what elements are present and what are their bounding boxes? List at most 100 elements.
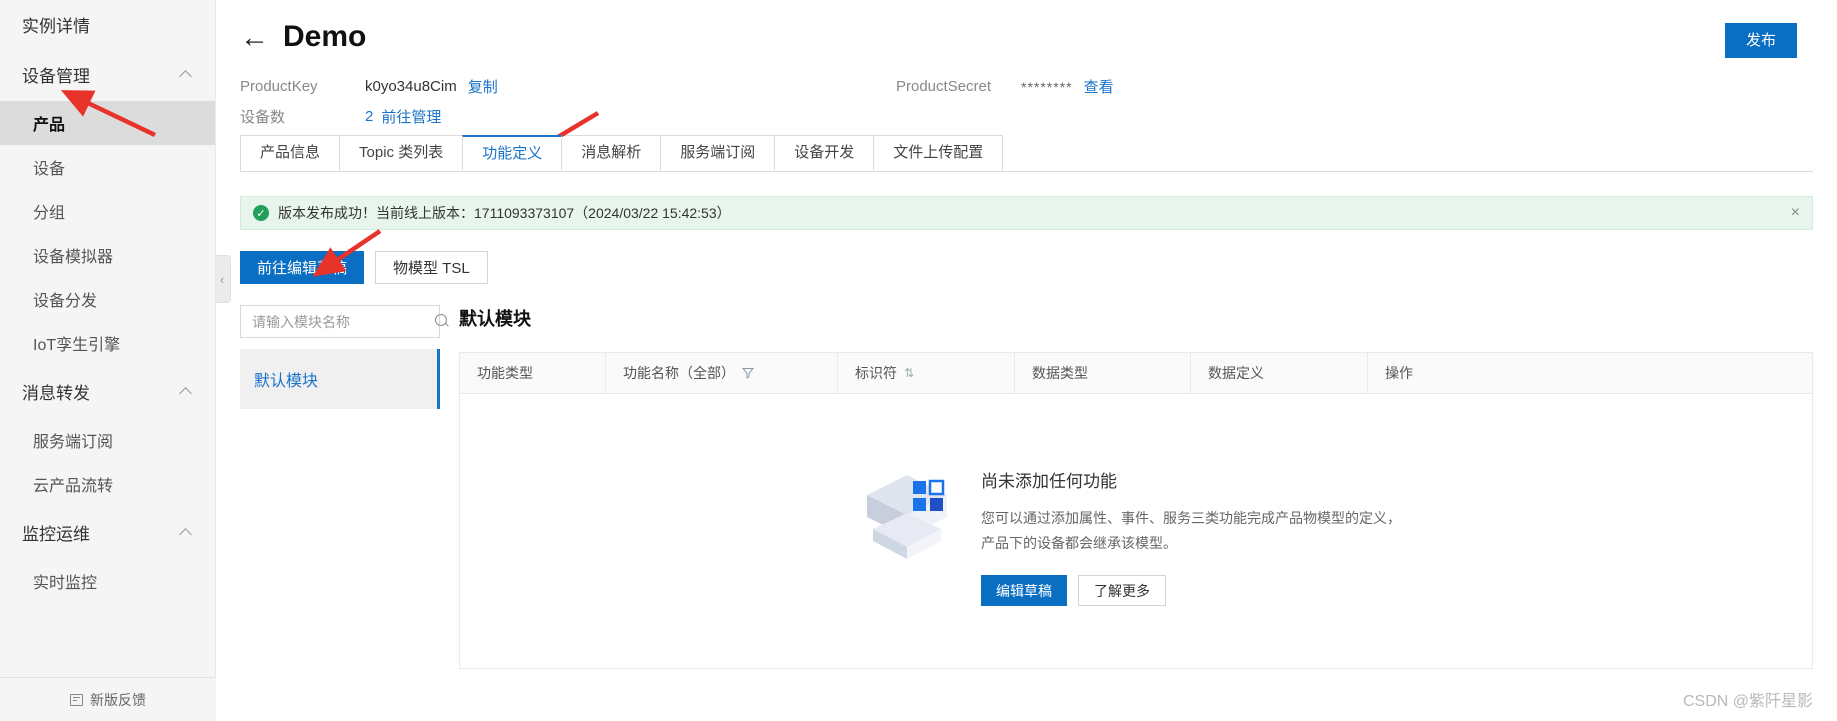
module-search-box[interactable] (240, 305, 447, 338)
go-manage-link[interactable]: 前往管理 (381, 106, 441, 127)
sidebar-item-label: 实例详情 (22, 16, 90, 36)
tsl-model-button[interactable]: 物模型 TSL (375, 251, 488, 284)
module-title: 默认模块 (459, 309, 531, 329)
col-label: 功能类型 (477, 365, 533, 381)
col-identifier: 标识符 ⇅ (837, 352, 1015, 394)
col-label: 数据类型 (1032, 365, 1088, 381)
sidebar: 实例详情 设备管理 产品 设备 分组 设备模拟器 设备分发 IoT孪生引擎 消息… (0, 0, 216, 721)
device-count-value: 2 (365, 108, 374, 125)
sidebar-item-label: 设备 (33, 161, 66, 178)
col-data-type: 数据类型 (1014, 352, 1191, 394)
copy-product-key-link[interactable]: 复制 (468, 76, 498, 97)
learn-more-button[interactable]: 了解更多 (1078, 575, 1166, 606)
table-header-row: 功能类型 功能名称（全部） 标识符 ⇅ 数据类型 数据定义 操作 (459, 352, 1813, 394)
page-header: ← Demo (216, 0, 1837, 54)
col-label: 操作 (1385, 365, 1413, 381)
sidebar-item-label: 服务端订阅 (33, 434, 114, 451)
device-count-label: 设备数 (240, 109, 286, 126)
sidebar-group-monitor-ops[interactable]: 监控运维 (0, 506, 215, 559)
tab-device-development[interactable]: 设备开发 (774, 135, 875, 171)
back-arrow-icon[interactable]: ← (240, 24, 269, 53)
sidebar-group-label: 消息转发 (22, 384, 90, 403)
sidebar-item-cloud-product-flow[interactable]: 云产品流转 (0, 462, 215, 506)
sidebar-item-label: 分组 (33, 205, 66, 222)
module-list: 默认模块 (240, 349, 440, 409)
product-secret-label: ProductSecret (896, 78, 992, 95)
col-data-definition: 数据定义 (1190, 352, 1368, 394)
module-panel: 默认模块 (240, 305, 447, 669)
publish-button[interactable]: 发布 (1724, 23, 1797, 58)
feedback-button[interactable]: 新版反馈 (0, 677, 216, 721)
sidebar-item-label: 实时监控 (33, 575, 98, 592)
sidebar-item-instance-detail[interactable]: 实例详情 (0, 0, 215, 48)
module-list-item-default[interactable]: 默认模块 (240, 349, 440, 409)
main-content: ‹ ← Demo 发布 ProductKey k0yo34u8Cim 复制 设备… (216, 0, 1837, 721)
col-label: 标识符 (855, 365, 897, 381)
sort-icon[interactable]: ⇅ (904, 366, 914, 380)
product-key-row: ProductKey k0yo34u8Cim 复制 (240, 76, 498, 97)
sidebar-item-label: 产品 (33, 117, 66, 134)
tab-topic-list[interactable]: Topic 类列表 (339, 135, 464, 171)
col-operation: 操作 (1367, 352, 1813, 394)
view-product-secret-link[interactable]: 查看 (1084, 76, 1114, 97)
sidebar-item-device-simulator[interactable]: 设备模拟器 (0, 233, 215, 277)
tab-function-definition[interactable]: 功能定义 (462, 135, 563, 171)
sidebar-item-label: 云产品流转 (33, 478, 114, 495)
chevron-left-icon: ‹ (219, 271, 225, 287)
col-function-name: 功能名称（全部） (605, 352, 838, 394)
sidebar-item-product[interactable]: 产品 (0, 101, 215, 145)
sidebar-item-server-subscription[interactable]: 服务端订阅 (0, 418, 215, 462)
sidebar-item-realtime-monitor[interactable]: 实时监控 (0, 559, 215, 603)
sidebar-group-device-management[interactable]: 设备管理 (0, 48, 215, 101)
empty-state-title: 尚未添加任何功能 (981, 472, 1117, 491)
function-table: 功能类型 功能名称（全部） 标识符 ⇅ 数据类型 数据定义 操作 尚未添加任何功… (459, 352, 1813, 669)
empty-state-actions: 编辑草稿 了解更多 (981, 575, 1411, 606)
sidebar-item-group[interactable]: 分组 (0, 189, 215, 233)
empty-state-description: 您可以通过添加属性、事件、服务三类功能完成产品物模型的定义，产品下的设备都会继承… (981, 510, 1401, 551)
sidebar-group-message-forwarding[interactable]: 消息转发 (0, 365, 215, 418)
page-title: Demo (283, 20, 367, 53)
function-table-panel: 默认模块 功能类型 功能名称（全部） 标识符 ⇅ 数据类型 数据定义 操作 尚未… (459, 305, 1813, 669)
chevron-up-icon (181, 69, 193, 81)
success-alert: ✓ 版本发布成功！当前线上版本：1711093373107（2024/03/22… (240, 196, 1813, 230)
go-edit-draft-button[interactable]: 前往编辑草稿 (240, 251, 365, 284)
sidebar-item-device-distribution[interactable]: 设备分发 (0, 277, 215, 321)
meta-info: ProductKey k0yo34u8Cim 复制 设备数 2 前往管理 Pro… (240, 76, 1837, 136)
col-function-type: 功能类型 (459, 352, 606, 394)
product-secret-value: ******** (1021, 78, 1073, 95)
sidebar-item-device[interactable]: 设备 (0, 145, 215, 189)
sidebar-group-label: 监控运维 (22, 525, 90, 544)
tab-bar: 产品信息 Topic 类列表 功能定义 消息解析 服务端订阅 设备开发 文件上传… (240, 135, 1813, 172)
action-buttons: 前往编辑草稿 物模型 TSL (240, 251, 1837, 284)
sidebar-item-label: IoT孪生引擎 (33, 337, 121, 354)
feedback-label: 新版反馈 (90, 691, 146, 708)
table-empty-state: 尚未添加任何功能 您可以通过添加属性、事件、服务三类功能完成产品物模型的定义，产… (459, 393, 1813, 669)
edit-draft-button[interactable]: 编辑草稿 (981, 575, 1067, 606)
module-item-label: 默认模块 (254, 373, 319, 390)
search-input[interactable] (250, 312, 435, 331)
tab-product-info[interactable]: 产品信息 (240, 135, 341, 171)
col-label: 数据定义 (1208, 365, 1264, 381)
tab-file-upload-config[interactable]: 文件上传配置 (873, 135, 1004, 171)
alert-message: 版本发布成功！当前线上版本：1711093373107（2024/03/22 1… (278, 205, 731, 221)
chevron-up-icon (181, 527, 193, 539)
search-icon[interactable] (435, 314, 450, 329)
sidebar-group-label: 设备管理 (22, 67, 90, 86)
feedback-icon (70, 693, 83, 706)
empty-box-icon (861, 467, 953, 564)
sidebar-item-label: 设备模拟器 (33, 249, 114, 266)
product-secret-row: ProductSecret ******** 查看 (896, 76, 1114, 97)
product-key-label: ProductKey (240, 78, 318, 95)
col-label: 功能名称（全部） (623, 365, 735, 381)
product-key-value: k0yo34u8Cim (365, 78, 457, 95)
tab-message-parsing[interactable]: 消息解析 (561, 135, 662, 171)
sidebar-item-label: 设备分发 (33, 293, 98, 310)
check-circle-icon: ✓ (253, 205, 269, 221)
content-area: 默认模块 默认模块 功能类型 功 (240, 305, 1813, 669)
close-icon[interactable]: × (1791, 205, 1800, 221)
tab-server-subscription[interactable]: 服务端订阅 (660, 135, 776, 171)
sidebar-collapse-handle[interactable]: ‹ (216, 255, 231, 303)
sidebar-item-iot-twin-engine[interactable]: IoT孪生引擎 (0, 321, 215, 365)
watermark: CSDN @紫阡星影 (1682, 693, 1813, 710)
filter-icon[interactable] (742, 367, 754, 379)
